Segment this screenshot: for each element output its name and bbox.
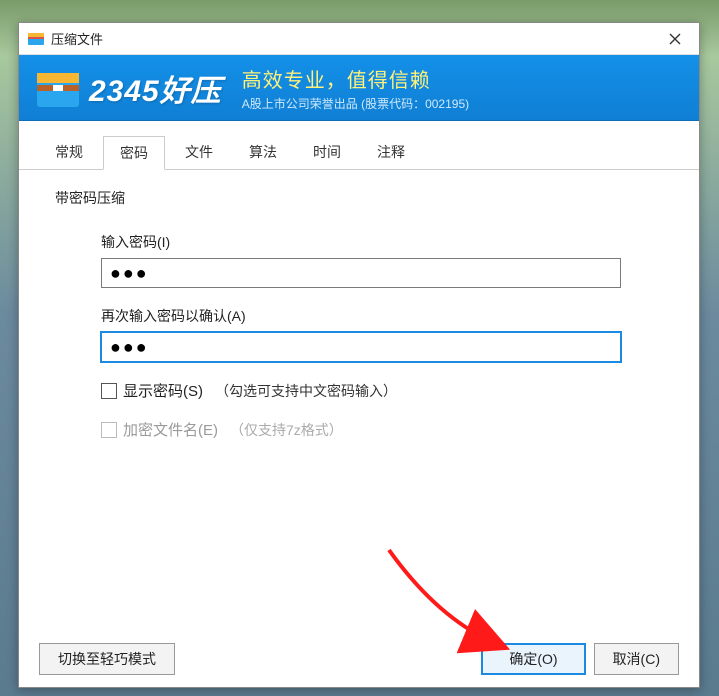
encrypt-filenames-label: 加密文件名(E) [123, 419, 218, 440]
show-password-label: 显示密码(S) [123, 380, 203, 401]
titlebar: 压缩文件 [19, 23, 699, 55]
banner-logo-text: 2345好压 [89, 66, 222, 110]
banner-subtext: A股上市公司荣誉出品 (股票代码：002195) [242, 95, 469, 112]
encrypt-filenames-checkbox [101, 422, 117, 438]
app-icon [27, 30, 45, 48]
banner-archive-icon [33, 65, 83, 111]
enter-password-input[interactable] [101, 258, 621, 288]
show-password-row: 显示密码(S) （勾选可支持中文密码输入） [101, 380, 621, 401]
dialog-window: 压缩文件 2345好压 高效专业，值得信赖 A股上市公司荣誉出品 (股票代码：0… [18, 22, 700, 688]
tab-algorithm[interactable]: 算法 [233, 136, 293, 170]
encrypt-filenames-hint: （仅支持7z格式） [230, 420, 343, 440]
close-icon [669, 33, 681, 45]
banner-right: 高效专业，值得信赖 A股上市公司荣誉出品 (股票代码：002195) [242, 64, 469, 112]
tab-time[interactable]: 时间 [297, 136, 357, 170]
tabs: 常规 密码 文件 算法 时间 注释 [19, 121, 699, 170]
encrypt-filenames-row: 加密文件名(E) （仅支持7z格式） [101, 419, 621, 440]
window-title: 压缩文件 [51, 29, 653, 48]
ok-button[interactable]: 确定(O) [481, 643, 585, 675]
tab-comment[interactable]: 注释 [361, 136, 421, 170]
content-area: 带密码压缩 输入密码(I) 再次输入密码以确认(A) 显示密码(S) （勾选可支… [19, 170, 699, 631]
tab-general[interactable]: 常规 [39, 136, 99, 170]
banner-tagline: 高效专业，值得信赖 [242, 64, 431, 93]
show-password-checkbox[interactable] [101, 383, 117, 399]
form-area: 输入密码(I) 再次输入密码以确认(A) 显示密码(S) （勾选可支持中文密码输… [101, 232, 621, 440]
enter-password-label: 输入密码(I) [101, 232, 621, 252]
close-button[interactable] [653, 24, 697, 54]
show-password-hint: （勾选可支持中文密码输入） [215, 381, 397, 401]
tab-file[interactable]: 文件 [169, 136, 229, 170]
confirm-password-label: 再次输入密码以确认(A) [101, 306, 621, 326]
banner: 2345好压 高效专业，值得信赖 A股上市公司荣誉出品 (股票代码：002195… [19, 55, 699, 121]
fieldset-title: 带密码压缩 [55, 188, 671, 208]
tab-password[interactable]: 密码 [103, 136, 165, 170]
switch-mode-button[interactable]: 切换至轻巧模式 [39, 643, 175, 675]
password-fieldset: 带密码压缩 输入密码(I) 再次输入密码以确认(A) 显示密码(S) （勾选可支… [55, 188, 671, 440]
confirm-password-input[interactable] [101, 332, 621, 362]
footer: 切换至轻巧模式 确定(O) 取消(C) [19, 631, 699, 687]
cancel-button[interactable]: 取消(C) [594, 643, 679, 675]
